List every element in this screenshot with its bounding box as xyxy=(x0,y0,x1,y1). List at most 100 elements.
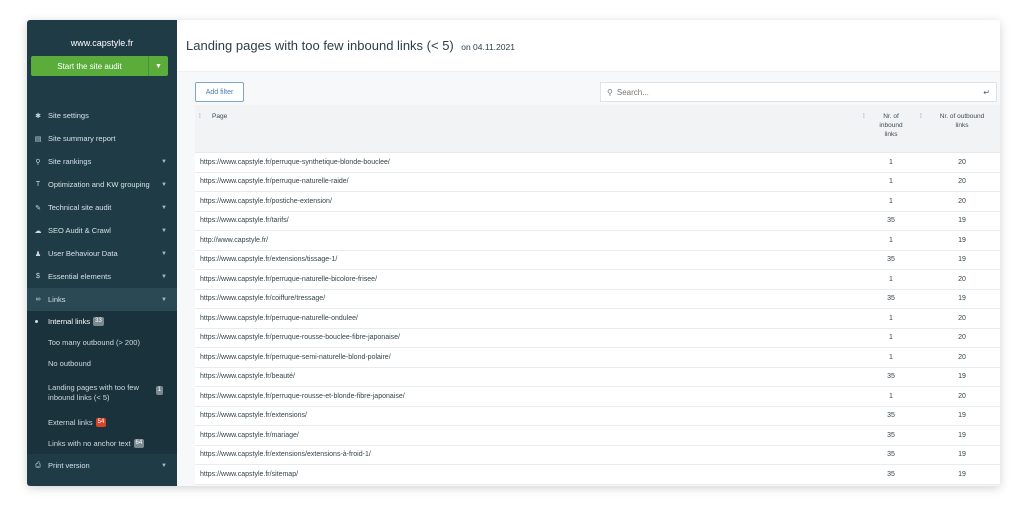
column-header-page[interactable]: ⁞ Page xyxy=(199,112,228,121)
outbound-count: 19 xyxy=(958,236,966,244)
outbound-count: 19 xyxy=(958,470,966,478)
submenu-item-label: No outbound xyxy=(48,359,91,368)
table-row[interactable]: https://www.capstyle.fr/perruque-rousse-… xyxy=(195,329,1000,348)
count-badge: 33 xyxy=(93,317,104,326)
table-row[interactable]: https://www.capstyle.fr/perruque-naturel… xyxy=(195,270,1000,290)
sidebar-item-site-settings[interactable]: ✱ Site settings xyxy=(27,104,177,127)
outbound-count: 20 xyxy=(958,392,966,400)
column-header-outbound[interactable]: ⁞ Nr. of outbound links xyxy=(920,112,991,130)
page-url[interactable]: https://www.capstyle.fr/tarifs/ xyxy=(200,217,289,224)
submenu-item[interactable]: Landing pages with too few inbound links… xyxy=(27,374,177,412)
outbound-count: 19 xyxy=(958,431,966,439)
inbound-count: 35 xyxy=(887,470,895,478)
outbound-count: 19 xyxy=(958,217,966,225)
submenu-item-label: Links with no anchor text xyxy=(48,439,131,448)
chevron-down-icon: ▼ xyxy=(161,462,167,469)
submenu-item-label: External links xyxy=(48,418,93,427)
table-row[interactable]: https://www.capstyle.fr/coiffure/tressag… xyxy=(195,290,1000,309)
inbound-count: 1 xyxy=(889,178,893,186)
search-box: ⚲ ↵ xyxy=(600,82,997,102)
page-url[interactable]: https://www.capstyle.fr/postiche-extensi… xyxy=(200,198,332,205)
table-row[interactable]: https://www.capstyle.fr/perruque-naturel… xyxy=(195,309,1000,329)
submenu-item-label: Internal links xyxy=(48,317,91,326)
start-audit-button[interactable]: Start the site audit ▼ xyxy=(31,56,168,76)
sidebar-item-user-behaviour-data[interactable]: ♟ User Behaviour Data ▼ xyxy=(27,242,177,265)
submenu-item[interactable]: External links 54 xyxy=(27,412,177,433)
table-row[interactable]: https://www.capstyle.fr/sitemap/35 19 xyxy=(195,465,1000,485)
sidebar-item-label: User Behaviour Data xyxy=(48,249,118,258)
sidebar-item-optimization-and-kw-grouping[interactable]: T Optimization and KW grouping ▼ xyxy=(27,173,177,196)
table-row[interactable]: https://www.capstyle.fr/mariage/35 19 xyxy=(195,426,1000,446)
table-row[interactable]: https://www.capstyle.fr/perruque-rousse-… xyxy=(195,387,1000,407)
table-row[interactable]: https://www.capstyle.fr/postiche-extensi… xyxy=(195,192,1000,212)
sidebar-item-site-rankings[interactable]: ⚲ Site rankings ▼ xyxy=(27,150,177,173)
sidebar-item-label: Site summary report xyxy=(48,134,116,143)
search-input[interactable] xyxy=(616,87,984,97)
page-url[interactable]: https://www.capstyle.fr/perruque-rousse-… xyxy=(200,393,405,400)
outbound-count: 19 xyxy=(958,373,966,381)
page-url[interactable]: https://www.capstyle.fr/coiffure/tressag… xyxy=(200,295,325,302)
table-row[interactable]: https://www.capstyle.fr/tarifs/35 19 xyxy=(195,212,1000,231)
chevron-down-icon: ▼ xyxy=(161,181,167,188)
page-url[interactable]: https://www.capstyle.fr/extensions/ xyxy=(200,412,307,419)
page-url[interactable]: https://www.capstyle.fr/perruque-semi-na… xyxy=(200,354,391,361)
page-url[interactable]: https://www.capstyle.fr/extensions/exten… xyxy=(200,451,371,458)
submenu-item[interactable]: Too many outbound (> 200) xyxy=(27,332,177,353)
page-url[interactable]: https://www.capstyle.fr/mariage/ xyxy=(200,432,299,439)
page-url[interactable]: https://www.capstyle.fr/extensions/tissa… xyxy=(200,256,337,263)
sidebar-item-site-summary-report[interactable]: ▤ Site summary report xyxy=(27,127,177,150)
column-resize-handle[interactable]: ⁞ xyxy=(920,112,922,121)
table-header: ⁞ Page ⁞ Nr. of inbound links ⁞ Nr. of o… xyxy=(195,105,1000,153)
column-resize-handle[interactable]: ⁞ xyxy=(863,112,865,121)
inbound-count: 35 xyxy=(887,256,895,264)
page-header: Landing pages with too few inbound links… xyxy=(177,20,1000,72)
page-url[interactable]: https://www.capstyle.fr/perruque-synthet… xyxy=(200,159,390,166)
column-header-inbound[interactable]: ⁞ Nr. of inbound links xyxy=(863,112,906,139)
outbound-count: 19 xyxy=(958,451,966,459)
submenu-item[interactable]: Links with no anchor text 64 xyxy=(27,433,177,454)
column-label: Page xyxy=(212,113,228,120)
column-resize-handle[interactable]: ⁞ xyxy=(199,112,201,121)
sidebar-item-label: Site settings xyxy=(48,111,89,120)
page-url[interactable]: https://www.capstyle.fr/perruque-rousse-… xyxy=(200,334,400,341)
table-row[interactable]: http://www.capstyle.fr/1 19 xyxy=(195,231,1000,251)
sidebar-item-essential-elements[interactable]: $ Essential elements ▼ xyxy=(27,265,177,288)
gear-icon: ✱ xyxy=(35,112,41,120)
submenu-item[interactable]: No outbound xyxy=(27,353,177,374)
link-icon: ∞ xyxy=(35,296,41,303)
table-row[interactable]: https://www.capstyle.fr/extensions/tissa… xyxy=(195,251,1000,270)
outbound-count: 20 xyxy=(958,178,966,186)
page-url[interactable]: http://www.capstyle.fr/ xyxy=(200,237,268,244)
page-url[interactable]: https://www.capstyle.fr/perruque-naturel… xyxy=(200,315,358,322)
search-icon: ⚲ xyxy=(35,158,41,166)
page-url[interactable]: https://www.capstyle.fr/beauté/ xyxy=(200,373,295,380)
outbound-count: 19 xyxy=(958,295,966,303)
page-url[interactable]: https://www.capstyle.fr/perruque-naturel… xyxy=(200,178,349,185)
chevron-down-icon: ▼ xyxy=(161,296,167,303)
sidebar-item-technical-site-audit[interactable]: ✎ Technical site audit ▼ xyxy=(27,196,177,219)
column-label: Nr. of inbound links xyxy=(879,113,903,138)
inbound-count: 35 xyxy=(887,451,895,459)
table-row[interactable]: https://www.capstyle.fr/beauté/35 19 xyxy=(195,368,1000,387)
add-filter-button[interactable]: Add filter xyxy=(195,82,244,102)
report-icon: ▤ xyxy=(34,135,42,143)
enter-icon[interactable]: ↵ xyxy=(983,88,990,97)
table-row[interactable]: https://www.capstyle.fr/perruque-synthet… xyxy=(195,153,1000,173)
sidebar-item-seo-audit-crawl[interactable]: ☁ SEO Audit & Crawl ▼ xyxy=(27,219,177,242)
table-row[interactable]: https://www.capstyle.fr/perruque-naturel… xyxy=(195,173,1000,192)
count-badge: 64 xyxy=(133,439,145,448)
report-date: on 04.11.2021 xyxy=(461,42,515,52)
sidebar-item-print-version[interactable]: ⎙ Print version ▼ xyxy=(27,454,177,477)
sidebar-item-links[interactable]: ∞ Links ▼ xyxy=(27,288,177,311)
table-row[interactable]: https://www.capstyle.fr/extensions/exten… xyxy=(195,446,1000,465)
page-url[interactable]: https://www.capstyle.fr/perruque-naturel… xyxy=(200,276,377,283)
page-url[interactable]: https://www.capstyle.fr/sitemap/ xyxy=(200,471,298,478)
table-row[interactable]: https://www.capstyle.fr/perruque-semi-na… xyxy=(195,348,1000,368)
sidebar-item-label: Optimization and KW grouping xyxy=(48,180,150,189)
submenu-item[interactable]: Internal links 33 xyxy=(27,311,177,332)
page-title: Landing pages with too few inbound links… xyxy=(186,38,454,53)
outbound-count: 20 xyxy=(958,158,966,166)
chevron-down-icon[interactable]: ▼ xyxy=(148,56,168,76)
table-row[interactable]: https://www.capstyle.fr/extensions/35 19 xyxy=(195,407,1000,426)
outbound-count: 19 xyxy=(958,412,966,420)
